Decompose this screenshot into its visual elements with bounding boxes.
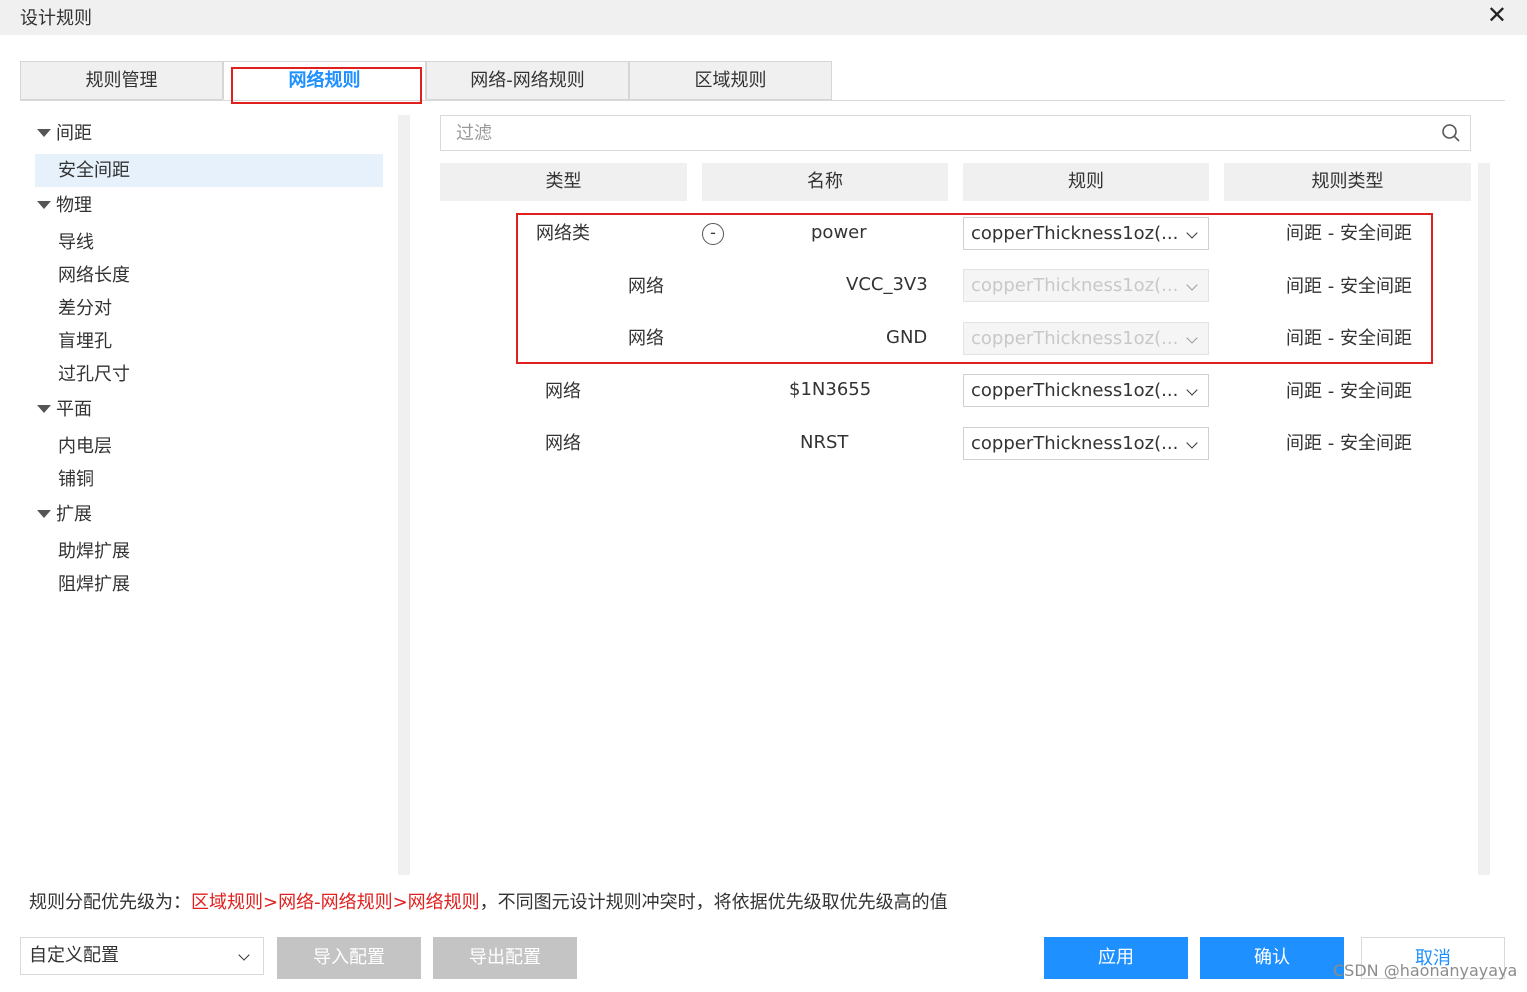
caret-down-icon xyxy=(37,405,51,413)
row-rule-type: 间距 - 安全间距 xyxy=(1286,381,1412,402)
rule-category-tree: 间距 安全间距 物理 导线 网络长度 差分对 盲埋孔 过孔尺寸 平面 内电层 铺… xyxy=(20,115,398,875)
filter-input[interactable] xyxy=(441,116,1421,150)
rule-dropdown-value: copperThickness1oz(... xyxy=(971,380,1179,401)
rule-dropdown[interactable]: copperThickness1oz(... xyxy=(963,427,1209,460)
chevron-down-icon xyxy=(1186,384,1198,396)
close-icon[interactable]: ✕ xyxy=(1487,2,1507,28)
priority-note-suffix: ，不同图元设计规则冲突时，将依据优先级取优先级高的值 xyxy=(479,892,948,913)
tree-item-track[interactable]: 导线 xyxy=(20,226,383,259)
tree-group-expansion[interactable]: 扩展 xyxy=(20,498,383,531)
rule-dropdown-value: copperThickness1oz(... xyxy=(971,433,1179,454)
tree-item-inner-layer[interactable]: 内电层 xyxy=(20,430,383,463)
tree-item-blind-buried-via[interactable]: 盲埋孔 xyxy=(20,325,383,358)
priority-note: 规则分配优先级为：区域规则>网络-网络规则>网络规则，不同图元设计规则冲突时，将… xyxy=(29,888,948,914)
tree-group-label: 物理 xyxy=(56,195,92,216)
column-header-rule[interactable]: 规则 xyxy=(963,163,1209,201)
filter-box xyxy=(440,115,1471,151)
search-icon[interactable] xyxy=(1442,124,1460,142)
tree-item-diff-pair[interactable]: 差分对 xyxy=(20,292,383,325)
row-rule-type: 间距 - 安全间距 xyxy=(1286,433,1412,454)
highlight-box xyxy=(516,213,1433,364)
tree-group-plane[interactable]: 平面 xyxy=(20,393,383,426)
tree-item-net-length[interactable]: 网络长度 xyxy=(20,259,383,292)
caret-down-icon xyxy=(37,510,51,518)
tab-net-net-rules[interactable]: 网络-网络规则 xyxy=(426,61,629,100)
window-title: 设计规则 xyxy=(20,8,92,29)
tree-group-physical[interactable]: 物理 xyxy=(20,189,383,222)
rule-dropdown[interactable]: copperThickness1oz(... xyxy=(963,374,1209,407)
export-config-button[interactable]: 导出配置 xyxy=(433,937,577,979)
row-type: 网络 xyxy=(545,381,581,402)
chevron-down-icon xyxy=(238,949,250,961)
caret-down-icon xyxy=(37,201,51,209)
tree-group-label: 间距 xyxy=(56,123,92,144)
tab-rule-management[interactable]: 规则管理 xyxy=(20,61,223,100)
import-config-button[interactable]: 导入配置 xyxy=(277,937,421,979)
tree-group-label: 扩展 xyxy=(56,504,92,525)
column-header-type[interactable]: 类型 xyxy=(440,163,687,201)
tree-item-via-size[interactable]: 过孔尺寸 xyxy=(20,358,383,391)
title-bar: 设计规则 ✕ xyxy=(0,0,1527,35)
tab-net-rules[interactable]: 网络规则 xyxy=(223,61,426,104)
tree-item-safe-spacing[interactable]: 安全间距 xyxy=(35,154,383,187)
tree-item-paste-expansion[interactable]: 助焊扩展 xyxy=(20,535,383,568)
row-type: 网络 xyxy=(545,433,581,454)
tree-group-spacing[interactable]: 间距 xyxy=(20,117,383,150)
column-header-rule-type[interactable]: 规则类型 xyxy=(1224,163,1471,201)
tree-scrollbar[interactable] xyxy=(398,115,410,875)
confirm-button[interactable]: 确认 xyxy=(1200,937,1344,979)
config-select[interactable]: 自定义配置 xyxy=(20,937,264,975)
priority-order: 区域规则>网络-网络规则>网络规则 xyxy=(191,892,480,913)
tree-group-label: 平面 xyxy=(56,399,92,420)
table-scrollbar[interactable] xyxy=(1478,163,1490,875)
column-header-name[interactable]: 名称 xyxy=(702,163,948,201)
priority-note-prefix: 规则分配优先级为： xyxy=(29,892,191,913)
tree-item-solder-mask-expansion[interactable]: 阻焊扩展 xyxy=(20,568,383,601)
apply-button[interactable]: 应用 xyxy=(1044,937,1188,979)
tree-item-copper-pour[interactable]: 铺铜 xyxy=(20,463,383,496)
tab-highlight-box xyxy=(231,67,422,104)
tab-bar: 规则管理 网络规则 网络-网络规则 区域规则 xyxy=(20,61,1505,104)
config-select-value: 自定义配置 xyxy=(29,945,119,966)
chevron-down-icon xyxy=(1186,437,1198,449)
watermark: CSDN @haonanyayaya xyxy=(1333,961,1518,980)
row-name: $1N3655 xyxy=(789,379,872,400)
row-name: NRST xyxy=(800,432,849,453)
tab-region-rules[interactable]: 区域规则 xyxy=(629,61,832,100)
caret-down-icon xyxy=(37,129,51,137)
